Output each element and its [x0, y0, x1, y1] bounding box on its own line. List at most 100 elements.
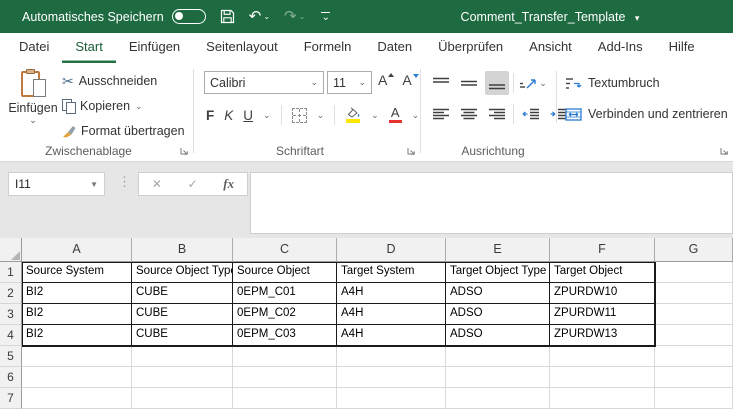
cell-g4[interactable] [655, 325, 733, 346]
cell-e4[interactable]: ADSO [446, 325, 550, 346]
cell-c5[interactable] [233, 346, 337, 367]
name-box-dropdown-icon[interactable]: ▼ [90, 180, 98, 189]
select-all-button[interactable] [0, 238, 22, 262]
autosave-toggle[interactable] [172, 9, 206, 24]
row-header-7[interactable]: 7 [0, 388, 22, 409]
cell-a1[interactable]: Source System [22, 262, 132, 283]
cell-a6[interactable] [22, 367, 132, 388]
column-header-g[interactable]: G [655, 238, 733, 262]
clipboard-dialog-launcher[interactable] [179, 146, 189, 156]
alignment-dialog-launcher[interactable] [719, 146, 729, 156]
cell-a3[interactable]: BI2 [22, 304, 132, 325]
cell-f4[interactable]: ZPURDW13 [550, 325, 655, 346]
borders-dropdown-icon[interactable]: ⌄ [317, 110, 325, 121]
tab-daten[interactable]: Daten [364, 33, 425, 63]
tab-einfuegen[interactable]: Einfügen [116, 33, 193, 63]
tab-addins[interactable]: Add-Ins [585, 33, 656, 63]
formula-bar-input[interactable] [250, 172, 733, 234]
cell-f7[interactable] [550, 388, 655, 409]
cell-c4[interactable]: 0EPM_C03 [233, 325, 337, 346]
cell-g6[interactable] [655, 367, 733, 388]
orientation-button[interactable]: ⌄ [518, 71, 548, 95]
cell-d3[interactable]: A4H [337, 304, 446, 325]
cell-e7[interactable] [446, 388, 550, 409]
row-header-6[interactable]: 6 [0, 367, 22, 388]
tab-seitenlayout[interactable]: Seitenlayout [193, 33, 291, 63]
cell-d2[interactable]: A4H [337, 283, 446, 304]
cell-d1[interactable]: Target System [337, 262, 446, 283]
tab-datei[interactable]: Datei [6, 33, 62, 63]
cell-a2[interactable]: BI2 [22, 283, 132, 304]
cell-b1[interactable]: Source Object Type [132, 262, 233, 283]
cut-button[interactable]: ✂ Ausschneiden [62, 72, 185, 90]
cancel-button[interactable]: ✕ [152, 177, 162, 191]
font-name-combo[interactable]: Calibri ⌄ [204, 71, 324, 94]
cell-g5[interactable] [655, 346, 733, 367]
align-middle-button[interactable] [457, 71, 481, 95]
document-title[interactable]: Comment_Transfer_Template ▾ [410, 10, 690, 24]
fill-color-button[interactable] [345, 107, 361, 123]
font-color-dropdown-icon[interactable]: ⌄ [412, 110, 420, 121]
cell-c2[interactable]: 0EPM_C01 [233, 283, 337, 304]
cell-d5[interactable] [337, 346, 446, 367]
tab-ueberpruefen[interactable]: Überprüfen [425, 33, 516, 63]
italic-button[interactable]: K [224, 108, 233, 123]
cell-e6[interactable] [446, 367, 550, 388]
column-header-f[interactable]: F [550, 238, 655, 262]
cell-a5[interactable] [22, 346, 132, 367]
font-color-button[interactable]: A [389, 107, 402, 124]
row-header-5[interactable]: 5 [0, 346, 22, 367]
cell-g2[interactable] [655, 283, 733, 304]
cell-e1[interactable]: Target Object Type [446, 262, 550, 283]
underline-button[interactable]: U [243, 108, 253, 123]
align-top-button[interactable] [429, 71, 453, 95]
cell-d6[interactable] [337, 367, 446, 388]
column-header-c[interactable]: C [233, 238, 337, 262]
cell-e2[interactable]: ADSO [446, 283, 550, 304]
cell-e3[interactable]: ADSO [446, 304, 550, 325]
decrease-indent-button[interactable] [518, 102, 542, 126]
cell-f5[interactable] [550, 346, 655, 367]
increase-font-button[interactable]: A [378, 72, 394, 88]
cell-a7[interactable] [22, 388, 132, 409]
tab-ansicht[interactable]: Ansicht [516, 33, 585, 63]
cell-c6[interactable] [233, 367, 337, 388]
cell-b4[interactable]: CUBE [132, 325, 233, 346]
cell-g1[interactable] [655, 262, 733, 283]
cell-g7[interactable] [655, 388, 733, 409]
underline-dropdown-icon[interactable]: ⌄ [263, 110, 271, 121]
tab-hilfe[interactable]: Hilfe [656, 33, 708, 63]
cell-f6[interactable] [550, 367, 655, 388]
wrap-text-button[interactable]: Textumbruch [565, 71, 660, 95]
cell-b3[interactable]: CUBE [132, 304, 233, 325]
row-header-2[interactable]: 2 [0, 283, 22, 304]
row-header-4[interactable]: 4 [0, 325, 22, 346]
cell-f2[interactable]: ZPURDW10 [550, 283, 655, 304]
column-header-d[interactable]: D [337, 238, 446, 262]
paste-button[interactable]: Einfügen ⌄ [8, 69, 58, 124]
cell-f1[interactable]: Target Object [550, 262, 655, 283]
formula-bar-grip-icon[interactable]: ⋮ [118, 174, 131, 190]
enter-button[interactable]: ✓ [188, 177, 198, 191]
cell-b6[interactable] [132, 367, 233, 388]
bold-button[interactable]: F [206, 108, 214, 123]
merge-center-button[interactable]: Verbinden und zentrieren ⌄ [565, 102, 733, 126]
undo-dropdown-icon[interactable]: ⌄ [263, 13, 270, 21]
cell-b2[interactable]: CUBE [132, 283, 233, 304]
font-size-combo[interactable]: 11 ⌄ [327, 71, 372, 94]
column-header-e[interactable]: E [446, 238, 550, 262]
name-box[interactable]: I11 ▼ [8, 172, 105, 196]
cell-a4[interactable]: BI2 [22, 325, 132, 346]
tab-start[interactable]: Start [62, 33, 115, 63]
align-center-button[interactable] [457, 102, 481, 126]
fill-color-dropdown-icon[interactable]: ⌄ [371, 110, 379, 121]
align-bottom-button[interactable] [485, 71, 509, 95]
align-left-button[interactable] [429, 102, 453, 126]
cell-g3[interactable] [655, 304, 733, 325]
cell-b7[interactable] [132, 388, 233, 409]
cell-c7[interactable] [233, 388, 337, 409]
borders-button[interactable] [292, 108, 307, 123]
paste-dropdown-icon[interactable]: ⌄ [29, 116, 37, 124]
copy-dropdown-icon[interactable]: ⌄ [135, 101, 143, 112]
cell-c3[interactable]: 0EPM_C02 [233, 304, 337, 325]
